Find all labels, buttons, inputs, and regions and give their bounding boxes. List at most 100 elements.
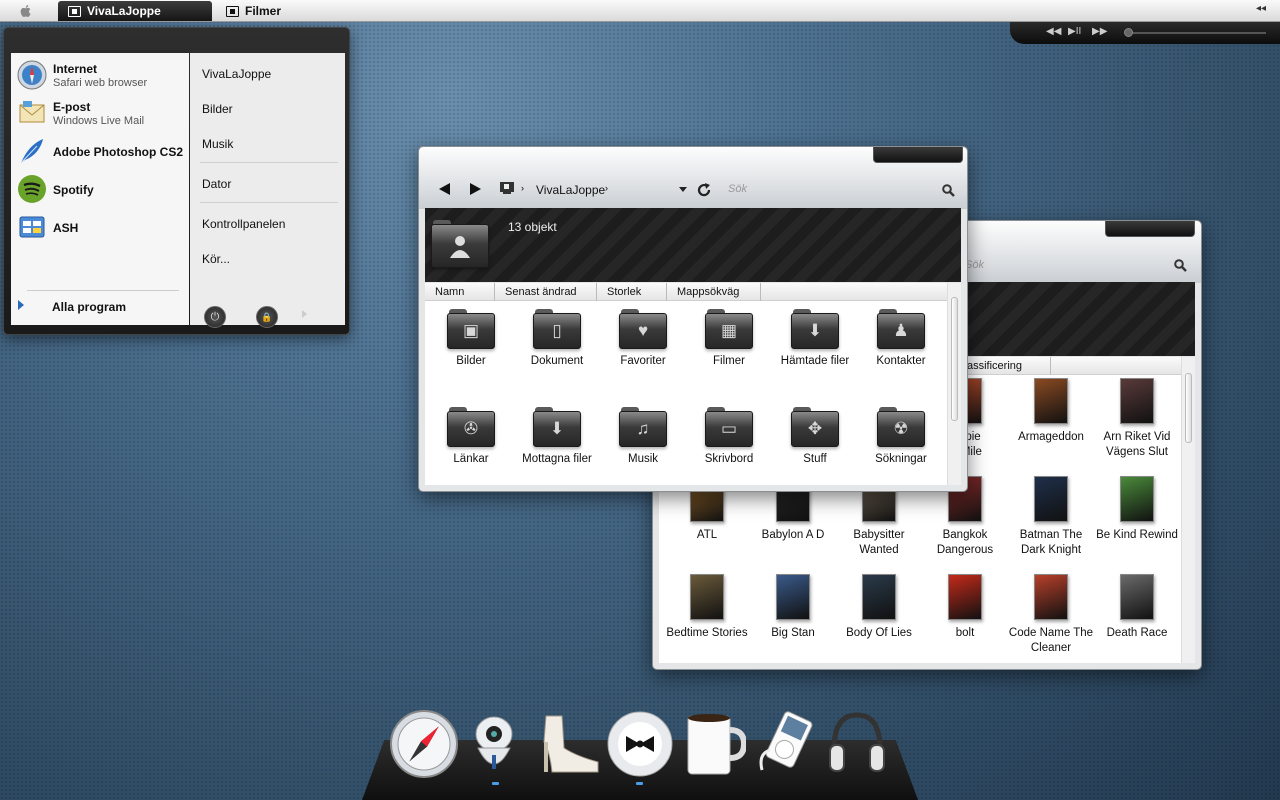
play-pause-button[interactable]: ▶II bbox=[1068, 26, 1081, 37]
place-dator[interactable]: Dator bbox=[202, 177, 231, 191]
place-kontrollpanelen[interactable]: Kontrollpanelen bbox=[202, 217, 285, 231]
place-vivalajoppe[interactable]: VivaLaJoppe bbox=[202, 67, 271, 81]
divider bbox=[27, 290, 179, 291]
folder-label: Mottagna filer bbox=[522, 453, 592, 465]
movie-poster-icon bbox=[1034, 378, 1068, 424]
volume-slider[interactable] bbox=[1128, 32, 1266, 34]
folder-item[interactable]: ♥ Favoriter bbox=[600, 309, 686, 367]
folder-label: Hämtade filer bbox=[780, 355, 850, 367]
folder-item[interactable]: ▯ Dokument bbox=[514, 309, 600, 367]
folder-item[interactable]: ♫ Musik bbox=[600, 407, 686, 465]
forward-button[interactable] bbox=[470, 183, 481, 195]
computer-location-icon bbox=[500, 182, 514, 194]
movie-item[interactable]: bolt bbox=[922, 574, 1008, 641]
folder-item[interactable]: ⬇ Hämtade filer bbox=[772, 309, 858, 367]
next-track-button[interactable]: ▶▶ bbox=[1092, 26, 1107, 37]
movie-item[interactable]: Be Kind Rewind bbox=[1094, 476, 1180, 543]
column-namn[interactable]: Namn bbox=[425, 283, 495, 301]
tuxedo-disc-dock-icon[interactable] bbox=[606, 710, 674, 778]
collapse-arrows-icon[interactable]: ◂◂ bbox=[1256, 3, 1266, 14]
column-mappsokvag[interactable]: Mappsökväg bbox=[667, 283, 761, 301]
folder-label: Filmer bbox=[713, 355, 745, 367]
place-bilder[interactable]: Bilder bbox=[202, 102, 233, 116]
folder-item[interactable]: ▦ Filmer bbox=[686, 309, 772, 367]
folder-item[interactable]: ▣ Bilder bbox=[428, 309, 514, 367]
feather-icon bbox=[20, 139, 43, 164]
vertical-scrollbar[interactable] bbox=[1181, 357, 1195, 663]
scrollbar-thumb[interactable] bbox=[951, 297, 958, 421]
window-banner: 13 objekt bbox=[425, 208, 961, 282]
program-photoshop[interactable]: Adobe Photoshop CS2 bbox=[15, 134, 187, 168]
program-e-post[interactable]: E-post Windows Live Mail bbox=[15, 96, 187, 130]
movie-item[interactable]: Death Race bbox=[1094, 574, 1180, 641]
column-storlek[interactable]: Storlek bbox=[597, 283, 667, 301]
links-folder-icon: ✇ bbox=[447, 407, 495, 447]
divider bbox=[200, 162, 338, 163]
volume-slider-knob[interactable] bbox=[1124, 28, 1133, 37]
search-input[interactable]: Sök bbox=[728, 183, 747, 195]
movie-item[interactable]: Bedtime Stories bbox=[664, 574, 750, 641]
folder-item[interactable]: ✥ Stuff bbox=[772, 407, 858, 465]
movie-item[interactable]: Arn Riket Vid Vägens Slut bbox=[1094, 378, 1180, 460]
safari-dock-icon[interactable] bbox=[389, 709, 459, 779]
movie-item[interactable]: Big Stan bbox=[750, 574, 836, 641]
taskbar-tab-vivalajoppe[interactable]: VivaLaJoppe bbox=[58, 1, 212, 21]
shutdown-options-arrow-icon[interactable] bbox=[302, 310, 307, 318]
previous-track-button[interactable]: ◀◀ bbox=[1046, 26, 1061, 37]
movie-title: Bedtime Stories bbox=[666, 627, 748, 639]
apple-icon[interactable] bbox=[18, 3, 34, 19]
address-dropdown-icon[interactable] bbox=[679, 187, 687, 192]
folder-label: Musik bbox=[627, 453, 659, 465]
window-caption-buttons[interactable] bbox=[1105, 221, 1195, 237]
contacts-folder-icon: ♟ bbox=[877, 309, 925, 349]
received-files-folder-icon: ⬇ bbox=[533, 407, 581, 447]
running-indicator bbox=[636, 782, 643, 785]
movie-title: Body Of Lies bbox=[846, 627, 912, 639]
program-spotify[interactable]: Spotify bbox=[15, 172, 187, 206]
column-klassificering[interactable]: assificering bbox=[959, 357, 1051, 375]
program-description: Safari web browser bbox=[53, 77, 148, 89]
folder-item[interactable]: ✇ Länkar bbox=[428, 407, 514, 465]
place-kor[interactable]: Kör... bbox=[202, 252, 230, 266]
window-caption-buttons[interactable] bbox=[873, 147, 963, 163]
movie-item[interactable]: Armageddon bbox=[1008, 378, 1094, 445]
search-icon[interactable] bbox=[1174, 259, 1187, 272]
dropbox-folder-icon: ✥ bbox=[791, 407, 839, 447]
all-programs-arrow-icon[interactable] bbox=[18, 300, 24, 310]
scrollbar-thumb[interactable] bbox=[1185, 373, 1192, 443]
all-programs-link[interactable]: Alla program bbox=[52, 300, 126, 314]
folder-label: Dokument bbox=[530, 355, 584, 367]
robot-dock-icon[interactable] bbox=[466, 710, 522, 780]
lock-button[interactable]: 🔒 bbox=[256, 306, 278, 328]
movie-item[interactable]: Body Of Lies bbox=[836, 574, 922, 641]
tab-label: Filmer bbox=[245, 4, 282, 18]
ipod-dock-icon[interactable] bbox=[752, 710, 822, 778]
movie-item[interactable]: Batman The Dark Knight bbox=[1008, 476, 1094, 558]
vertical-scrollbar[interactable] bbox=[947, 283, 961, 485]
folder-item[interactable]: ⬇ Mottagna filer bbox=[514, 407, 600, 465]
power-button[interactable]: ⏻ bbox=[204, 306, 226, 328]
headphones-dock-icon[interactable] bbox=[826, 709, 888, 779]
movie-item[interactable]: Code Name The Cleaner bbox=[1008, 574, 1094, 656]
folder-item[interactable]: ☢ Sökningar bbox=[858, 407, 944, 465]
column-senast-andrad[interactable]: Senast ändrad bbox=[495, 283, 597, 301]
program-internet[interactable]: Internet Safari web browser bbox=[15, 58, 187, 92]
folder-item[interactable]: ▭ Skrivbord bbox=[686, 407, 772, 465]
movie-title: Armageddon bbox=[1018, 431, 1084, 443]
back-button[interactable] bbox=[439, 183, 450, 195]
music-folder-icon: ♫ bbox=[619, 407, 667, 447]
taskbar-tab-filmer[interactable]: Filmer bbox=[216, 1, 291, 21]
program-name: E-post bbox=[53, 100, 91, 114]
coffee-mug-dock-icon[interactable] bbox=[684, 710, 746, 778]
shoe-dock-icon[interactable] bbox=[532, 712, 602, 778]
program-ash[interactable]: ASH bbox=[15, 210, 187, 244]
folder-label: Favoriter bbox=[620, 355, 666, 367]
refresh-icon[interactable] bbox=[696, 182, 712, 198]
place-musik[interactable]: Musik bbox=[202, 137, 233, 151]
search-icon[interactable] bbox=[942, 184, 955, 197]
folder-item[interactable]: ♟ Kontakter bbox=[858, 309, 944, 367]
top-menu-bar: VivaLaJoppe Filmer ◂◂ bbox=[0, 0, 1280, 22]
movie-poster-icon bbox=[948, 574, 982, 620]
favorites-folder-icon: ♥ bbox=[619, 309, 667, 349]
breadcrumb[interactable]: VivaLaJoppe bbox=[536, 183, 605, 197]
